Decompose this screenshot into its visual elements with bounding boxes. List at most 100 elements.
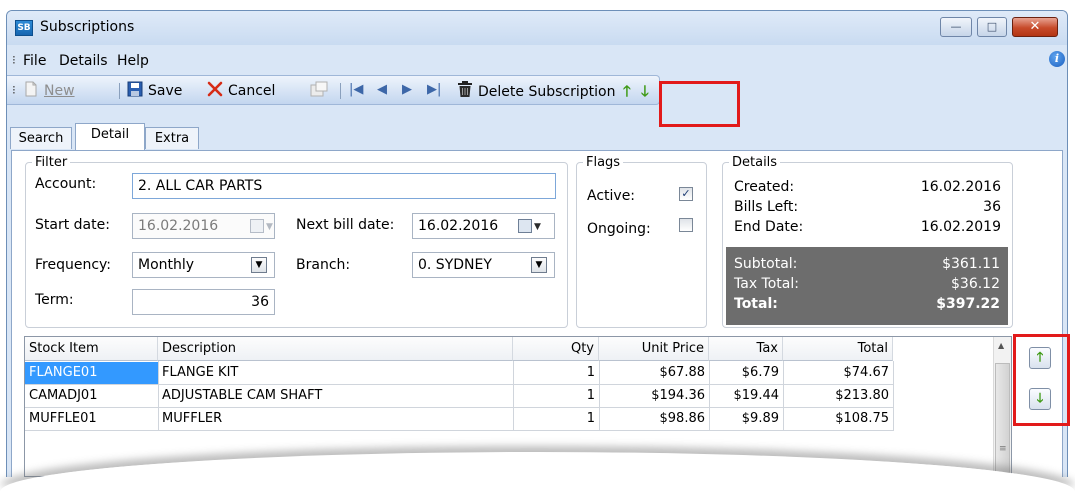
cell-tax[interactable]: $9.89	[709, 408, 783, 430]
column-header-unit-price[interactable]: Unit Price	[599, 337, 709, 361]
move-down-icon[interactable]: 🡓	[641, 81, 649, 106]
maximize-button[interactable]: □	[977, 17, 1007, 37]
created-label: Created:	[734, 179, 795, 195]
end-date-value: 16.02.2019	[920, 219, 1001, 235]
total-label: Total:	[734, 296, 778, 312]
active-label: Active:	[587, 188, 636, 204]
start-date-label: Start date:	[35, 217, 110, 233]
tab-strip: Search Detail Extra	[7, 105, 1067, 151]
cell-total[interactable]: $108.75	[783, 408, 893, 430]
minimize-button[interactable]: —	[940, 17, 972, 37]
menu-file[interactable]: File	[23, 53, 46, 69]
next-bill-dropdown-icon[interactable]: ▼	[534, 222, 541, 232]
move-up-icon[interactable]: 🡑	[623, 81, 631, 106]
grid-line	[25, 430, 893, 431]
cell-stock-item[interactable]: CAMADJ01	[25, 385, 158, 407]
next-bill-calendar-icon[interactable]	[518, 219, 532, 233]
start-date-calendar-icon[interactable]	[250, 219, 264, 233]
cell-description[interactable]: FLANGE KIT	[158, 362, 513, 384]
trash-icon	[457, 81, 473, 102]
nav-prev-button[interactable]: ◀	[377, 82, 387, 97]
scroll-grip-icon: ≡	[999, 444, 1007, 454]
column-header-qty[interactable]: Qty	[513, 337, 599, 361]
cell-tax[interactable]: $6.79	[709, 362, 783, 384]
frequency-value: Monthly	[138, 257, 195, 273]
nav-next-button[interactable]: ▶	[402, 82, 412, 97]
created-value: 16.02.2016	[920, 179, 1001, 195]
info-icon[interactable]: i	[1049, 51, 1065, 67]
title-bar: SB Subscriptions — □ ✕	[7, 11, 1067, 45]
column-header-stock-item[interactable]: Stock Item	[25, 337, 158, 361]
cell-unit-price[interactable]: $194.36	[599, 385, 709, 407]
column-header-tax[interactable]: Tax	[709, 337, 783, 361]
scroll-thumb[interactable]: ≡	[995, 363, 1010, 473]
toolbar-separator	[340, 83, 341, 99]
tab-detail[interactable]: Detail	[75, 123, 145, 150]
totals-panel: Subtotal: $361.11 Tax Total: $36.12 Tota…	[726, 247, 1008, 325]
tax-total-value: $36.12	[951, 276, 1000, 292]
tab-extra[interactable]: Extra	[145, 127, 199, 149]
cell-unit-price[interactable]: $98.86	[599, 408, 709, 430]
cell-qty[interactable]: 1	[513, 408, 599, 430]
cell-description[interactable]: ADJUSTABLE CAM SHAFT	[158, 385, 513, 407]
next-bill-date-value: 16.02.2016	[418, 218, 499, 234]
menu-bar: ⁝ File Details Help i	[7, 45, 1067, 75]
branch-label: Branch:	[296, 257, 351, 273]
cell-stock-item[interactable]: FLANGE01	[25, 362, 158, 384]
app-icon: SB	[15, 20, 33, 36]
save-button[interactable]: Save	[127, 81, 182, 101]
grid-line	[25, 384, 893, 385]
nav-first-button[interactable]: |◀	[349, 82, 363, 97]
cell-description[interactable]: MUFFLER	[158, 408, 513, 430]
cell-qty[interactable]: 1	[513, 362, 599, 384]
column-header-description[interactable]: Description	[158, 337, 513, 361]
total-value: $397.22	[936, 296, 1000, 312]
ongoing-checkbox[interactable]	[679, 218, 693, 232]
nav-last-button[interactable]: ▶|	[427, 82, 441, 97]
cell-total[interactable]: $74.67	[783, 362, 893, 384]
menu-details[interactable]: Details	[59, 53, 108, 69]
grid-scrollbar[interactable]: ▲ ≡	[993, 337, 1011, 476]
frequency-chevron-down-icon[interactable]: ▼	[251, 257, 267, 273]
delete-label: Delete Subscription	[478, 84, 616, 100]
branch-chevron-down-icon[interactable]: ▼	[531, 257, 547, 273]
window-title: Subscriptions	[40, 19, 135, 35]
term-field[interactable]: 36	[132, 289, 275, 315]
column-header-total[interactable]: Total	[783, 337, 893, 361]
new-button[interactable]: New	[23, 81, 75, 101]
filter-legend: Filter	[35, 155, 68, 170]
cell-stock-item[interactable]: MUFFLE01	[25, 408, 158, 430]
side-arrows-highlight	[1013, 334, 1070, 426]
start-date-dropdown-icon[interactable]: ▼	[266, 222, 273, 232]
tab-search[interactable]: Search	[10, 127, 72, 149]
new-label: New	[44, 83, 75, 99]
toolbar-arrows-highlight	[659, 81, 740, 127]
scroll-up-icon[interactable]: ▲	[998, 341, 1004, 350]
term-label: Term:	[35, 292, 74, 308]
menu-grip: ⁝	[12, 53, 16, 67]
grid-line	[599, 361, 600, 431]
account-field[interactable]: 2. ALL CAR PARTS	[132, 173, 556, 199]
flags-group: Flags	[576, 155, 707, 328]
tax-total-label: Tax Total:	[734, 276, 799, 292]
menu-help[interactable]: Help	[117, 53, 149, 69]
properties-button[interactable]	[310, 81, 333, 101]
next-bill-date-label: Next bill date:	[296, 217, 395, 233]
frequency-label: Frequency:	[35, 257, 112, 273]
grid-line	[709, 361, 710, 431]
close-button[interactable]: ✕	[1012, 17, 1058, 37]
active-checkbox[interactable]: ✓	[679, 187, 693, 201]
subtotal-label: Subtotal:	[734, 256, 798, 272]
new-document-icon	[23, 81, 39, 101]
start-date-value: 16.02.2016	[138, 218, 219, 234]
cell-unit-price[interactable]: $67.88	[599, 362, 709, 384]
cell-tax[interactable]: $19.44	[709, 385, 783, 407]
flags-legend: Flags	[586, 155, 621, 170]
toolbar-grip: ⁝	[12, 83, 16, 97]
cell-qty[interactable]: 1	[513, 385, 599, 407]
save-label: Save	[148, 83, 183, 99]
grid-line	[25, 407, 893, 408]
delete-subscription-button[interactable]: Delete Subscription	[457, 81, 615, 102]
cancel-button[interactable]: Cancel	[207, 81, 275, 101]
cell-total[interactable]: $213.80	[783, 385, 893, 407]
